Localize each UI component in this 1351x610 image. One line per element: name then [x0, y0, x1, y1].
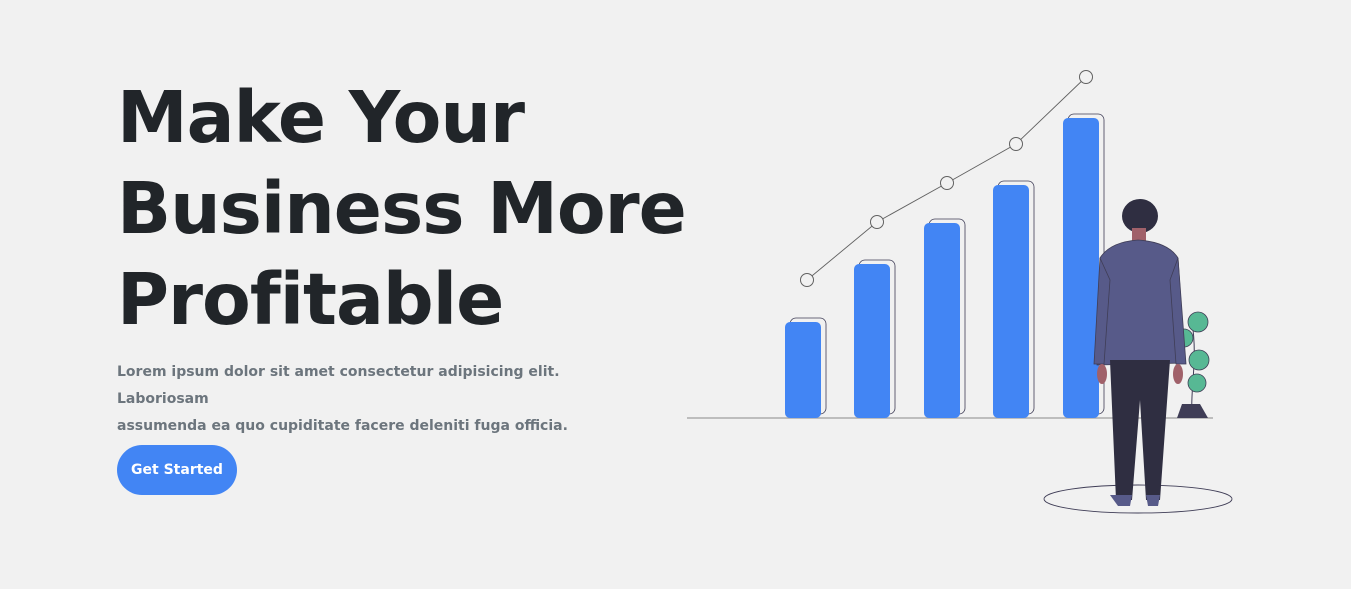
business-growth-illustration [687, 70, 1233, 514]
bar [1063, 118, 1099, 418]
trend-point [1079, 70, 1093, 84]
hero-lead-text: Lorem ipsum dolor sit amet consectetur a… [117, 359, 637, 440]
trend-point [870, 215, 884, 229]
bar [785, 322, 821, 418]
bar [924, 223, 960, 418]
trend-point [940, 176, 954, 190]
headline-line-1: Make Your [117, 76, 525, 159]
headline-line-3: Profitable [117, 258, 504, 341]
get-started-button[interactable]: Get Started [117, 445, 237, 495]
hero-headline: Make Your Business More Profitable [117, 72, 687, 345]
lead-line-2: assumenda ea quo cupiditate facere delen… [117, 418, 568, 434]
bar-group [785, 113, 1105, 418]
trend-point [800, 273, 814, 287]
next-section-edge [0, 589, 1351, 610]
floor-shadow [1043, 484, 1233, 514]
headline-line-2: Business More [117, 167, 687, 250]
person-icon [1093, 199, 1187, 506]
bar [854, 264, 890, 418]
hero-section: Make Your Business More Profitable Lorem… [0, 0, 1351, 589]
trend-point [1009, 137, 1023, 151]
bar [993, 185, 1029, 418]
lead-line-1: Lorem ipsum dolor sit amet consectetur a… [117, 364, 560, 407]
